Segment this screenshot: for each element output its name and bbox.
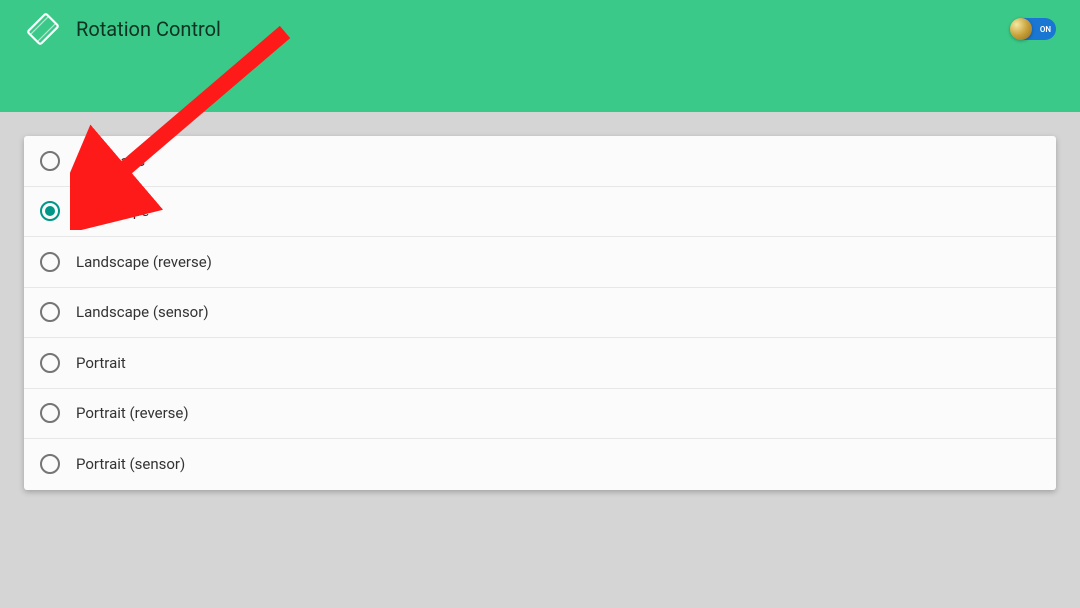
option-portrait[interactable]: Portrait — [24, 338, 1056, 389]
options-card: Automatic Landscape Landscape (reverse) … — [24, 136, 1056, 490]
option-label: Portrait (reverse) — [76, 404, 189, 422]
toggle-knob — [1010, 18, 1032, 40]
toggle-container: ON — [1014, 0, 1056, 40]
radio-icon — [40, 252, 60, 272]
option-label: Landscape (sensor) — [76, 303, 209, 321]
app-title: Rotation Control — [76, 17, 221, 41]
radio-icon — [40, 151, 60, 171]
toggle-label: ON — [1040, 25, 1051, 34]
option-automatic[interactable]: Automatic — [24, 136, 1056, 187]
radio-icon — [40, 353, 60, 373]
option-label: Portrait (sensor) — [76, 455, 185, 473]
radio-icon — [40, 403, 60, 423]
radio-icon — [40, 454, 60, 474]
option-portrait-reverse[interactable]: Portrait (reverse) — [24, 389, 1056, 440]
app-header: Rotation Control ON — [0, 0, 1080, 112]
option-label: Landscape — [76, 202, 149, 220]
option-landscape-sensor[interactable]: Landscape (sensor) — [24, 288, 1056, 339]
option-label: Automatic — [76, 152, 145, 170]
option-landscape[interactable]: Landscape — [24, 187, 1056, 238]
radio-icon — [40, 201, 60, 221]
header-left: Rotation Control — [24, 0, 221, 48]
power-toggle[interactable]: ON — [1014, 18, 1056, 40]
rotation-icon — [24, 10, 62, 48]
option-label: Portrait — [76, 354, 126, 372]
radio-icon — [40, 302, 60, 322]
option-portrait-sensor[interactable]: Portrait (sensor) — [24, 439, 1056, 490]
option-label: Landscape (reverse) — [76, 253, 212, 271]
option-landscape-reverse[interactable]: Landscape (reverse) — [24, 237, 1056, 288]
